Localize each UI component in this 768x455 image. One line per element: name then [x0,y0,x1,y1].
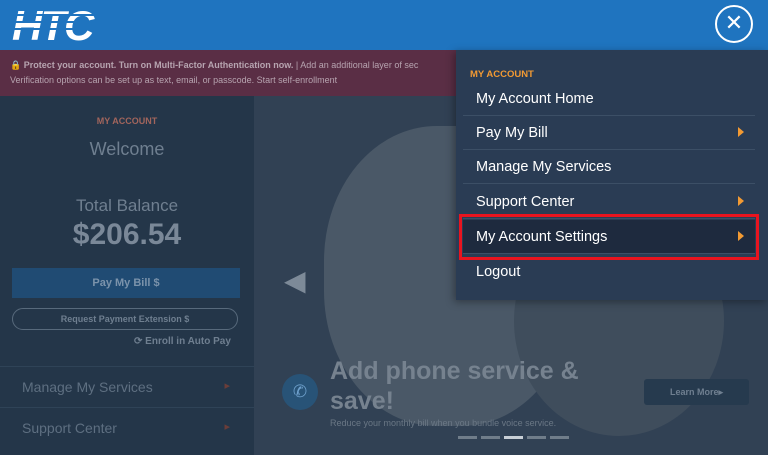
close-icon: ✕ [724,11,744,36]
auto-pay-label: Enroll in Auto Pay [145,336,231,347]
close-menu-button[interactable]: ✕ [715,5,753,43]
menu-item-label: Logout [476,264,521,280]
pay-my-bill-button[interactable]: Pay My Bill $ [12,268,240,298]
learn-more-button[interactable]: Learn More ▸ [644,379,749,405]
menu-item-manage-services[interactable]: Manage My Services [463,150,755,184]
auto-pay-link[interactable]: ⟳ Enroll in Auto Pay [134,336,231,347]
menu-item-logout[interactable]: Logout [463,255,755,289]
menu-item-label: Pay My Bill [476,125,548,141]
carousel-indicators [458,436,569,439]
carousel-dot[interactable] [458,436,477,439]
hero-subtitle: Reduce your monthly bill when you bundle… [330,418,557,428]
chevron-right-icon [738,196,744,206]
chevron-right-icon [738,127,744,137]
carousel-dot[interactable] [481,436,500,439]
total-balance-value: $206.54 [72,218,182,251]
menu-item-label: Manage My Services [476,159,612,175]
chevron-right-icon: ▸ [224,380,230,392]
phone-icon: ✆ [282,374,318,410]
refresh-icon: ⟳ [134,336,143,347]
menu-item-account-home[interactable]: My Account Home [463,82,755,116]
payment-extension-button[interactable]: Request Payment Extension $ [12,308,238,330]
menu-item-pay-my-bill[interactable]: Pay My Bill [463,116,755,150]
svg-text:HTC: HTC [12,5,95,45]
sidebar-item-manage-services[interactable]: Manage My Services ▸ [0,366,254,406]
total-balance-label: Total Balance [75,196,179,215]
alert-bold-text: Protect your account. Turn on Multi-Fact… [23,60,294,70]
sidebar-item-label: Support Center [22,420,117,436]
logo-graphic: HTC [12,5,116,45]
carousel-dot[interactable] [527,436,546,439]
chevron-right-icon: ▸ [224,421,230,433]
sidebar-item-support-center[interactable]: Support Center ▸ [0,407,254,447]
chevron-right-icon: ▸ [718,386,724,397]
account-dropdown-menu: MY ACCOUNT My Account Home Pay My Bill M… [456,50,768,300]
carousel-dot[interactable] [550,436,569,439]
menu-item-label: My Account Home [476,91,594,107]
carousel-prev-icon[interactable]: ◀ [284,264,306,297]
menu-section-label: MY ACCOUNT [470,69,534,80]
carousel-dot-active[interactable] [504,436,523,439]
hero-title: Add phone service & save! [330,357,579,415]
account-sidebar: MY ACCOUNT Welcome Total Balance $206.54… [0,96,254,455]
highlight-annotation [459,214,759,260]
htc-logo[interactable]: HTC [12,3,116,47]
lock-icon: 🔒 [10,60,22,70]
alert-text-1: | Add an additional layer of sec [293,60,419,70]
learn-more-label: Learn More [669,387,719,397]
site-header: HTC ✕ [0,0,768,50]
sidebar-item-label: Manage My Services [22,379,153,395]
menu-item-label: Support Center [476,194,575,210]
sidebar-section-label: MY ACCOUNT [96,116,158,126]
welcome-text: Welcome [89,139,165,159]
